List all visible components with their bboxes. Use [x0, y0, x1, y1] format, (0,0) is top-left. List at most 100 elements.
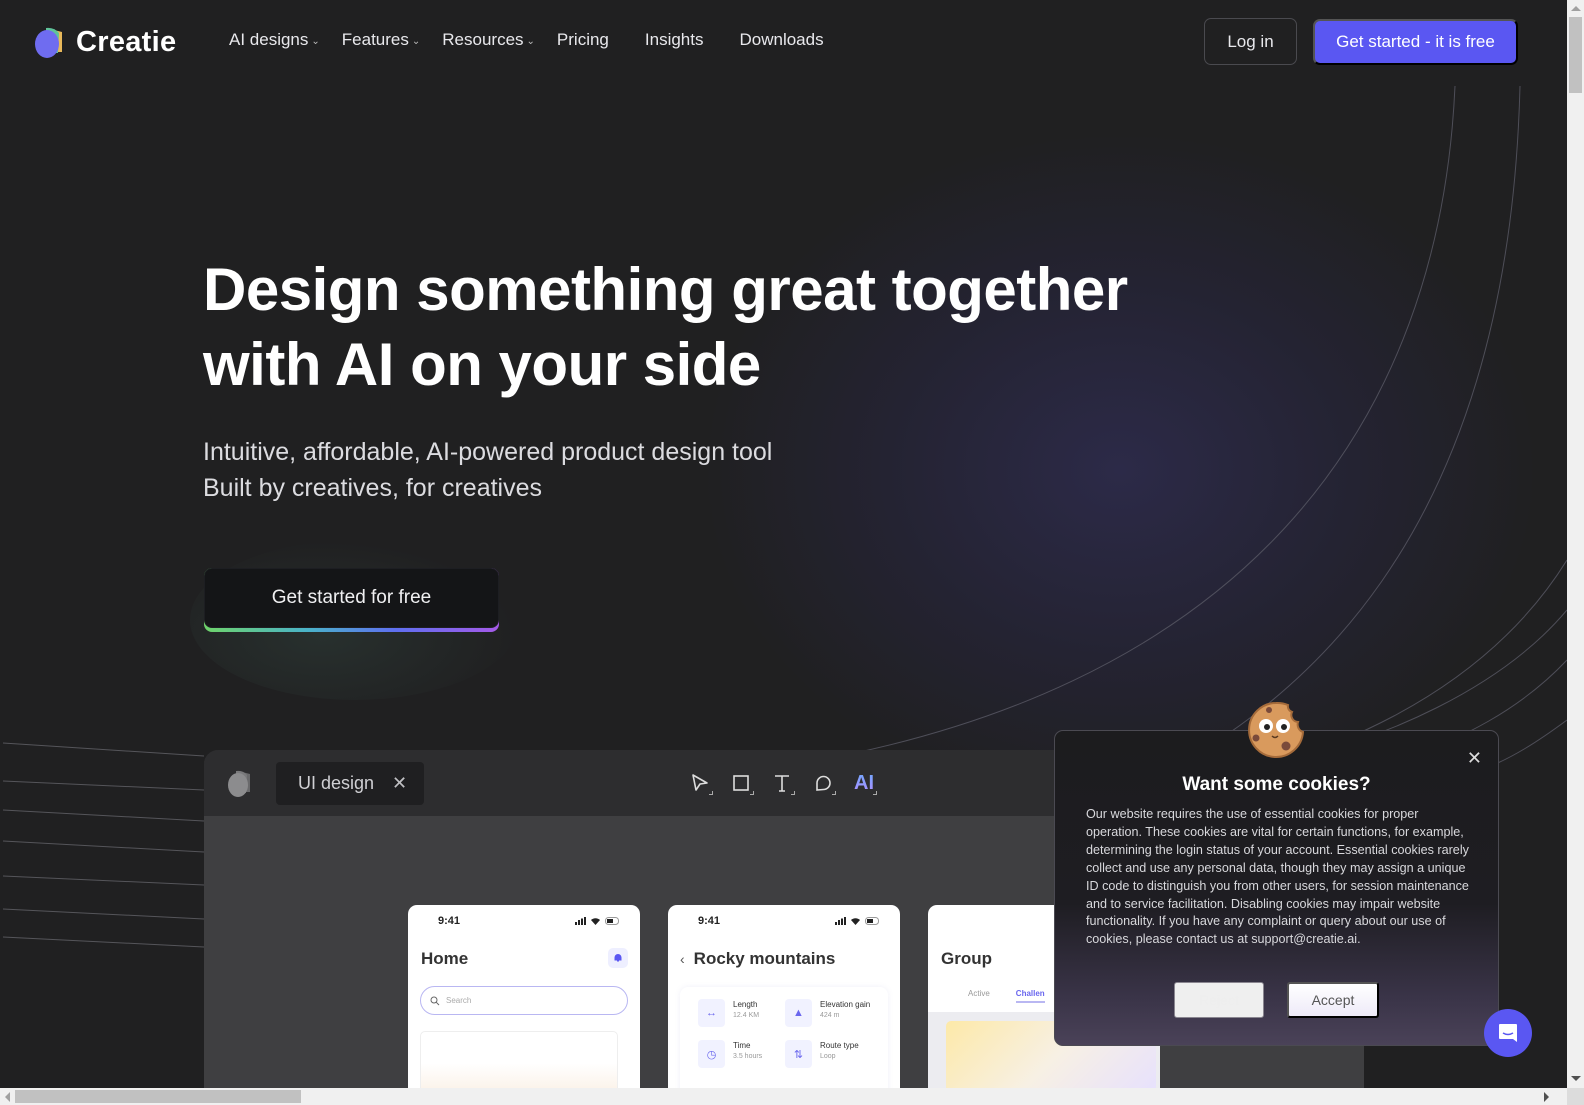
design-tab-label: UI design [298, 773, 375, 793]
rectangle-icon [733, 775, 749, 791]
nav-label: Features [341, 30, 409, 49]
home-screen-frame[interactable]: 9:41 Home Search [408, 905, 640, 1088]
vertical-scroll-thumb[interactable] [1569, 17, 1582, 93]
get-started-button[interactable]: Get started - it is free [1313, 19, 1518, 65]
stat-route-type: ⇅ Route type Loop [785, 1040, 859, 1068]
stat-value: Loop [820, 1053, 836, 1060]
cookie-dialog: ✕ Want some cookies? Our website require… [1054, 730, 1499, 1046]
hero-cta-wrapper: Get started for free [204, 568, 499, 632]
design-tab[interactable]: UI design ✕ [276, 762, 424, 805]
chevron-down-icon: ⌄ [526, 36, 535, 47]
page-viewport: Creatie AI designs ⌄ Features ⌄ Resource… [0, 0, 1567, 1088]
hero-title: Design something great together with AI … [203, 252, 1203, 402]
stat-label: Length [733, 1000, 758, 1009]
home-card[interactable] [420, 1031, 618, 1088]
nav-label: Pricing [556, 30, 609, 49]
notification-button[interactable] [608, 948, 628, 968]
battery-icon [865, 917, 879, 925]
creatie-logo-icon [35, 27, 62, 58]
comment-bubble-icon [816, 775, 831, 791]
cursor-arrow-icon [692, 774, 708, 791]
tool-bar: AI [690, 770, 877, 796]
status-bar: 9:41 [698, 915, 880, 927]
brand-logo[interactable]: Creatie [32, 24, 176, 60]
chevron-down-icon: ⌄ [411, 36, 421, 47]
accept-button[interactable]: Accept [1287, 982, 1379, 1018]
app-logo-icon [228, 770, 250, 797]
search-input[interactable]: Search [420, 986, 628, 1015]
pointer-tool[interactable] [690, 770, 713, 796]
ai-icon: AI [854, 771, 874, 794]
comment-tool[interactable] [813, 770, 836, 796]
nav-ai-designs[interactable]: AI designs ⌄ [229, 30, 320, 50]
status-icons [575, 917, 620, 925]
scroll-right-arrow-icon[interactable] [1544, 1092, 1549, 1102]
route-title: ‹ Rocky mountains [680, 949, 835, 969]
stat-label: Route type [820, 1041, 859, 1050]
hero-subtitle: Intuitive, affordable, AI-powered produc… [203, 434, 772, 506]
chat-icon [1499, 1024, 1517, 1042]
arrows-horizontal-icon: ↔ [698, 999, 725, 1027]
status-time: 9:41 [438, 915, 461, 927]
status-time: 9:41 [698, 915, 721, 927]
horizontal-scroll-thumb[interactable] [15, 1090, 301, 1103]
close-icon[interactable]: ✕ [1467, 749, 1482, 767]
hero-get-started-button[interactable]: Get started for free [204, 568, 499, 628]
vertical-scrollbar[interactable] [1567, 0, 1584, 1088]
group-title: Group [941, 949, 992, 968]
hero-subtitle-line2: Built by creatives, for creatives [203, 474, 543, 502]
login-button[interactable]: Log in [1204, 18, 1297, 65]
hero-title-line2: with AI on your side [203, 331, 761, 398]
stat-length: ↔ Length 12.4 KM [698, 999, 759, 1027]
brand-name: Creatie [76, 25, 177, 58]
wifi-icon [851, 918, 860, 925]
route-screen-frame[interactable]: 9:41 ‹ Rocky mountains ↔ Length 12.4 KM [668, 905, 900, 1088]
stat-label: Time [733, 1041, 751, 1050]
nav-label: Downloads [739, 30, 824, 49]
scrollbar-corner [1567, 1088, 1584, 1105]
wifi-icon [591, 918, 600, 925]
signal-icon [575, 917, 586, 925]
cookie-mascot-icon [1248, 701, 1305, 758]
bell-icon [614, 954, 622, 962]
reject-button[interactable]: Reject [1174, 982, 1264, 1018]
stat-label: Elevation gain [820, 1000, 871, 1009]
stat-time: ◷ Time 3.5 hours [698, 1040, 762, 1068]
signal-icon [835, 917, 846, 925]
site-header: Creatie AI designs ⌄ Features ⌄ Resource… [0, 0, 1567, 84]
main-nav: AI designs ⌄ Features ⌄ Resources ⌄ Pric… [229, 30, 860, 50]
nav-label: Resources [442, 30, 524, 49]
scroll-left-arrow-icon[interactable] [5, 1092, 10, 1102]
cookie-title: Want some cookies? [1182, 774, 1371, 795]
group-tab-active[interactable]: Active [968, 989, 990, 1003]
text-tool[interactable] [772, 770, 795, 796]
back-icon[interactable]: ‹ [680, 951, 685, 967]
nav-features[interactable]: Features ⌄ [342, 30, 420, 50]
rectangle-tool[interactable] [731, 770, 754, 796]
horizontal-scrollbar[interactable] [0, 1088, 1567, 1105]
nav-resources[interactable]: Resources ⌄ [442, 30, 535, 50]
home-title: Home [421, 949, 469, 968]
status-icons [835, 917, 880, 925]
stat-value: 12.4 KM [733, 1012, 760, 1019]
nav-insights[interactable]: Insights [645, 30, 704, 50]
text-icon [775, 775, 789, 792]
chat-support-button[interactable] [1484, 1009, 1532, 1057]
hero-subtitle-line1: Intuitive, affordable, AI-powered produc… [203, 438, 773, 466]
search-icon [430, 996, 440, 1005]
route-stats-card: ↔ Length 12.4 KM ▲ Elevation gain 424 m ◷ … [680, 987, 888, 1088]
scroll-up-arrow-icon[interactable] [1571, 6, 1581, 11]
hero-title-line1: Design something great together [203, 256, 1128, 323]
status-bar: 9:41 [438, 915, 620, 927]
clock-icon: ◷ [698, 1040, 725, 1068]
close-icon[interactable]: ✕ [392, 773, 407, 794]
stat-value: 3.5 hours [733, 1053, 763, 1060]
nav-downloads[interactable]: Downloads [739, 30, 823, 50]
nav-pricing[interactable]: Pricing [557, 30, 609, 50]
battery-icon [605, 917, 619, 925]
cookie-body: Our website requires the use of essentia… [1086, 807, 1469, 947]
group-tab-challenges[interactable]: Challen [1015, 989, 1045, 1003]
route-type-icon: ⇅ [785, 1040, 812, 1068]
ai-tool[interactable]: AI [854, 770, 877, 796]
scroll-down-arrow-icon[interactable] [1571, 1076, 1581, 1081]
